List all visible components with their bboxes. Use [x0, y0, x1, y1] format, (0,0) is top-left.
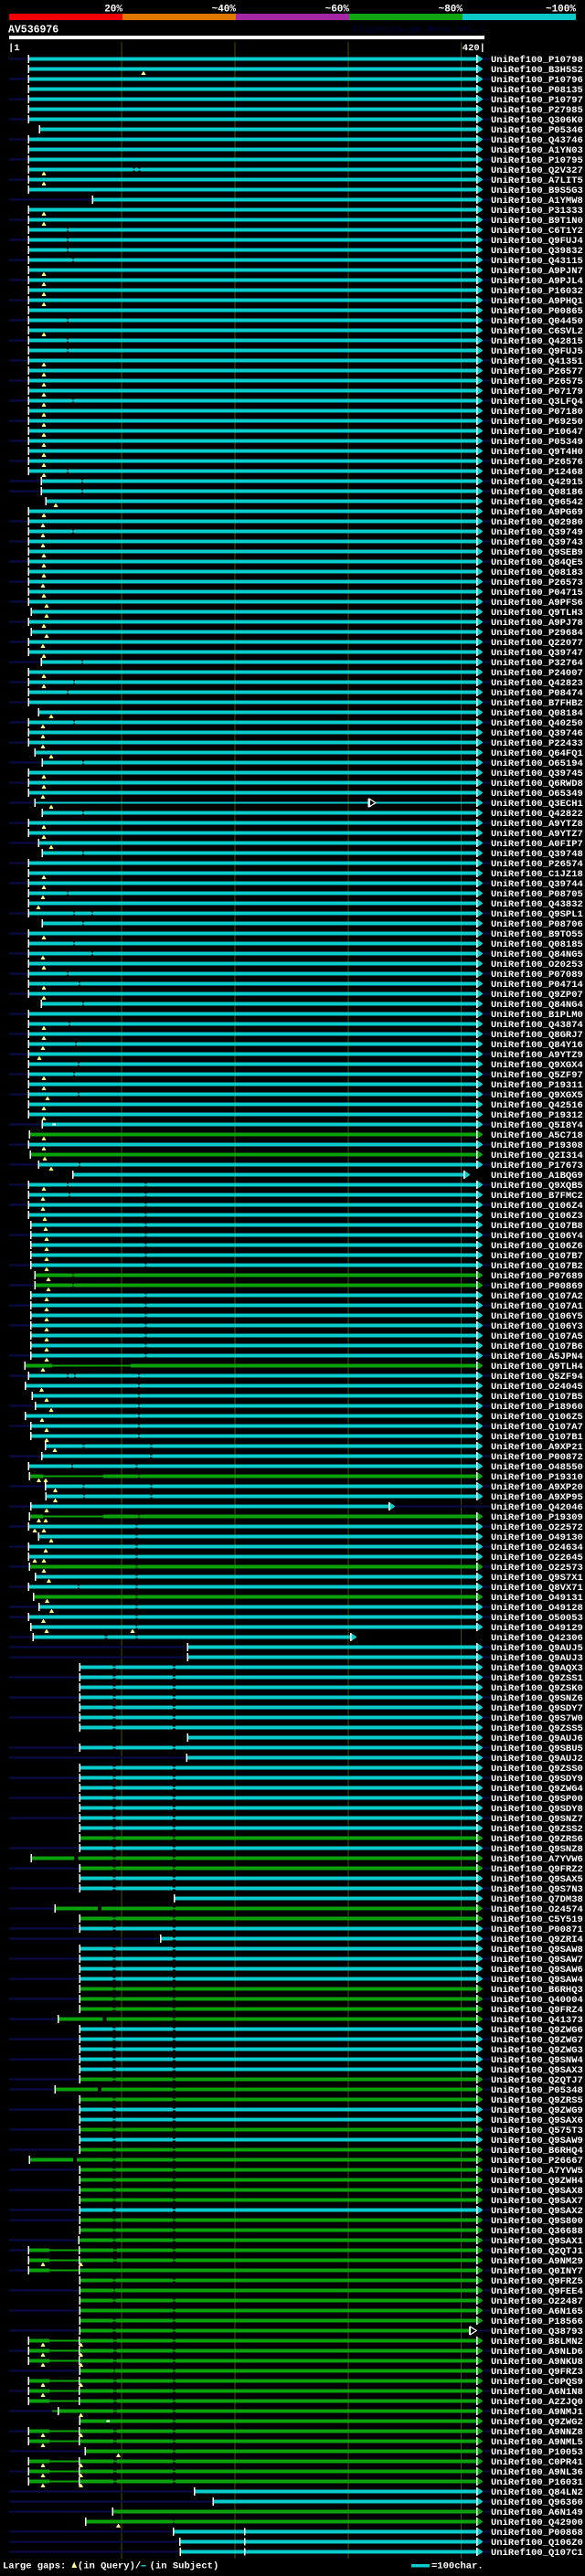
- svg-text:UniRef100_Q107C1: UniRef100_Q107C1: [491, 2548, 583, 2559]
- svg-text:20%: 20%: [104, 5, 122, 16]
- svg-text:(in Query)/: (in Query)/: [78, 2561, 141, 2572]
- svg-text:=100char.: =100char.: [431, 2561, 484, 2572]
- svg-text:AV536976: AV536976: [8, 25, 58, 37]
- svg-text:~40%: ~40%: [212, 5, 237, 16]
- svg-text:(in Subject): (in Subject): [150, 2561, 219, 2572]
- svg-text:~100%: ~100%: [546, 5, 576, 16]
- svg-text:|1: |1: [8, 43, 20, 54]
- svg-text:420|: 420|: [463, 43, 485, 54]
- svg-text:AlignView.pm Beta rel.7: AlignView.pm Beta rel.7: [352, 25, 484, 36]
- svg-text:~60%: ~60%: [325, 5, 350, 16]
- svg-text:Large gaps:: Large gaps:: [3, 2561, 66, 2572]
- svg-text:~80%: ~80%: [439, 5, 463, 16]
